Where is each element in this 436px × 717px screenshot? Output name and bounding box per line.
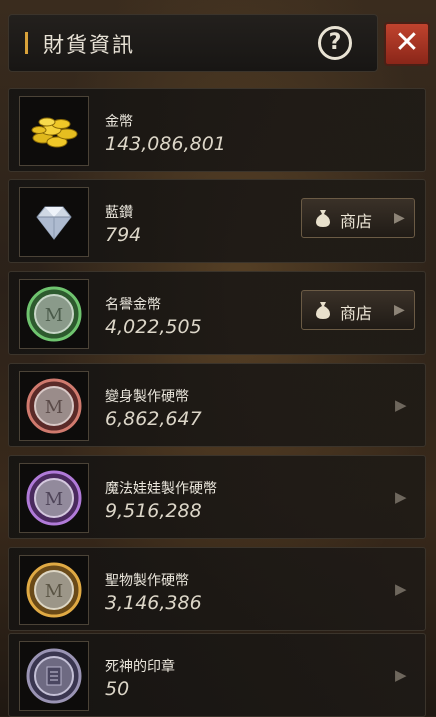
play-arrow-icon: ▶	[395, 488, 407, 506]
currency-row-diamond: 藍鑽 794 商店 ▶	[8, 179, 426, 263]
title-accent-bar	[25, 32, 28, 54]
svg-text:M: M	[45, 581, 63, 602]
currency-row-relic[interactable]: M 聖物製作硬幣 3,146,386 ▶	[8, 547, 426, 631]
play-arrow-icon: ▶	[395, 666, 407, 684]
play-arrow-icon: ▶	[394, 302, 405, 318]
currency-amount: 50	[105, 678, 130, 700]
currency-amount: 3,146,386	[105, 592, 202, 614]
transform-coin-icon: M	[19, 371, 89, 441]
currency-name: 藍鑽	[105, 205, 133, 221]
play-arrow-icon: ▶	[394, 210, 405, 226]
currency-amount: 9,516,288	[105, 500, 202, 522]
currency-amount: 6,862,647	[105, 408, 202, 430]
shop-button-label: 商店	[340, 212, 373, 231]
blue-diamond-icon	[19, 187, 89, 257]
currency-row-death-seal[interactable]: 死神的印章 50 ▶	[8, 633, 426, 717]
currency-name: 聖物製作硬幣	[105, 573, 189, 589]
shop-button[interactable]: 商店 ▶	[301, 290, 415, 330]
currency-amount: 143,086,801	[105, 133, 226, 155]
relic-coin-icon: M	[19, 555, 89, 625]
play-arrow-icon: ▶	[395, 396, 407, 414]
currency-row-transform[interactable]: M 變身製作硬幣 6,862,647 ▶	[8, 363, 426, 447]
magic-doll-coin-icon: M	[19, 463, 89, 533]
svg-text:M: M	[45, 489, 63, 510]
honor-coin-icon: M	[19, 279, 89, 349]
gold-coins-icon	[19, 96, 89, 166]
panel-title: 財貨資訊	[43, 33, 135, 57]
shop-button-label: 商店	[340, 304, 373, 323]
play-arrow-icon: ▶	[395, 580, 407, 598]
currency-name: 變身製作硬幣	[105, 389, 189, 405]
currency-name: 名譽金幣	[105, 297, 161, 313]
svg-text:M: M	[45, 305, 63, 326]
currency-name: 死神的印章	[105, 659, 175, 675]
currency-row-gold: 金幣 143,086,801	[8, 88, 426, 172]
currency-panel: 財貨資訊 ? ✕ 金幣 143,086,801 藍鑽 794 商店 ▶ M 名譽…	[0, 0, 436, 717]
money-bag-icon	[316, 210, 330, 227]
currency-amount: 4,022,505	[105, 316, 202, 338]
currency-row-magic-doll[interactable]: M 魔法娃娃製作硬幣 9,516,288 ▶	[8, 455, 426, 539]
svg-text:M: M	[45, 397, 63, 418]
help-button[interactable]: ?	[318, 26, 352, 60]
currency-name: 魔法娃娃製作硬幣	[105, 481, 217, 497]
close-button[interactable]: ✕	[384, 22, 430, 66]
currency-amount: 794	[105, 224, 142, 246]
currency-row-honor: M 名譽金幣 4,022,505 商店 ▶	[8, 271, 426, 355]
money-bag-icon	[316, 302, 330, 319]
death-seal-icon	[19, 641, 89, 711]
shop-button[interactable]: 商店 ▶	[301, 198, 415, 238]
currency-name: 金幣	[105, 114, 133, 130]
